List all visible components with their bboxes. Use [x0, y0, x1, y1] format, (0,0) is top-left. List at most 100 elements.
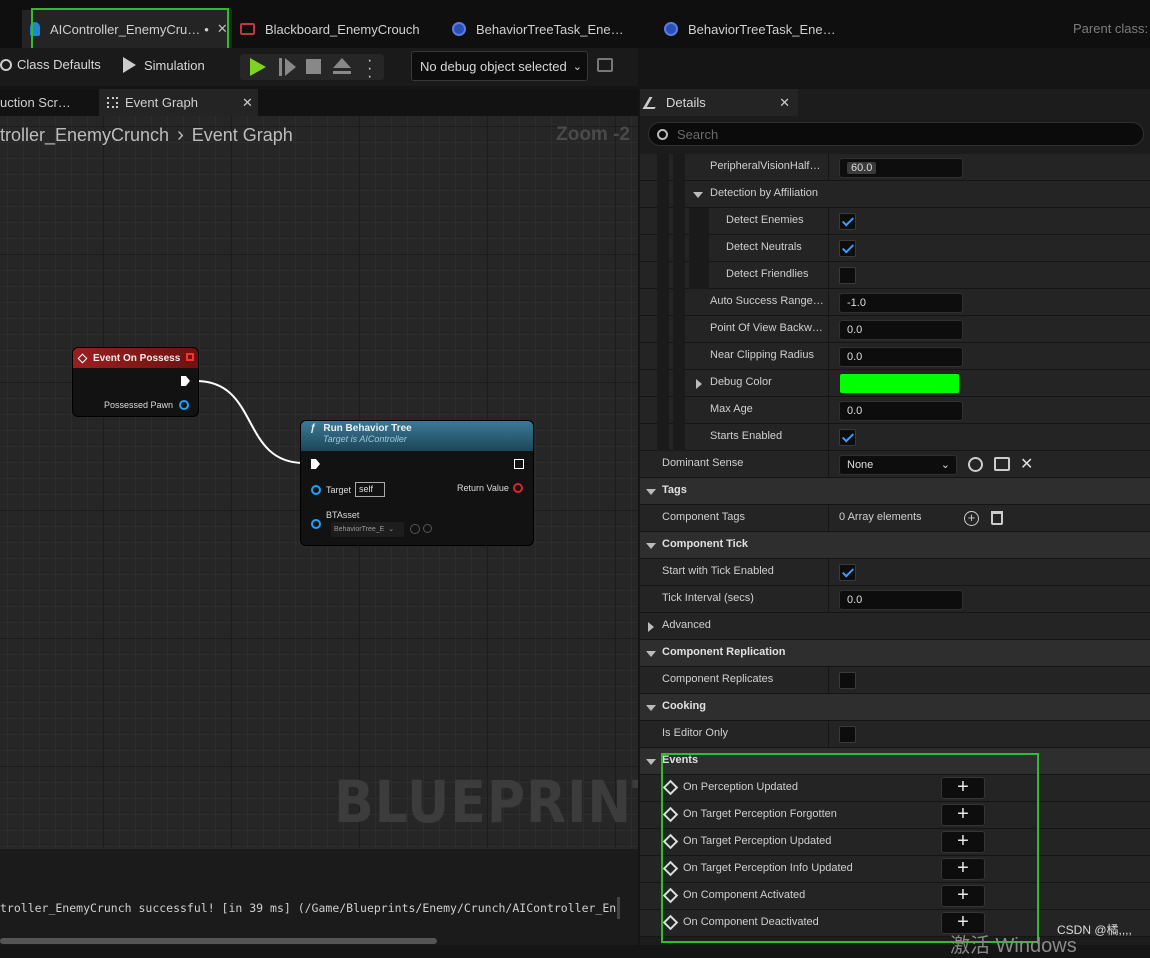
row-label: Near Clipping Radius — [710, 349, 814, 361]
run-behavior-tree-node[interactable]: ƒ Run Behavior Tree Target is AIControll… — [301, 421, 533, 545]
max-age-input[interactable]: 0.0 — [839, 401, 963, 421]
tab-details[interactable]: Details ✕ — [640, 89, 798, 116]
close-icon[interactable]: ✕ — [779, 95, 790, 111]
tab-blackboard[interactable]: Blackboard_EnemyCrouch — [240, 10, 420, 48]
close-icon[interactable]: ✕ — [242, 95, 253, 111]
expand-icon[interactable] — [646, 651, 656, 657]
step-icon[interactable] — [285, 58, 296, 76]
log-scrollbar[interactable] — [0, 938, 437, 944]
replicates-checkbox[interactable] — [839, 672, 856, 689]
tab-event-graph[interactable]: Event Graph ✕ — [99, 89, 258, 116]
log-scroll-v[interactable] — [617, 897, 620, 919]
node-subtitle: Target is AIController — [323, 434, 407, 444]
tab-label: uction Scr… — [0, 95, 71, 110]
row-component-tags: Component Tags 0 Array elements + — [640, 505, 1150, 532]
event-on-possess-node[interactable]: Event On Possess Possessed Pawn — [73, 348, 198, 416]
debug-color-swatch[interactable] — [840, 374, 959, 393]
row-debug-color: Debug Color — [640, 370, 1150, 397]
btasset-select[interactable]: BehaviorTree_E ⌄ — [331, 522, 404, 537]
tab-label: Details — [666, 95, 706, 110]
expand-icon[interactable] — [648, 622, 654, 632]
graph-icon — [107, 97, 118, 108]
category-tags[interactable]: Tags — [640, 478, 1150, 505]
add-event-button[interactable]: + — [941, 831, 985, 853]
starts-enabled-checkbox[interactable] — [839, 429, 856, 446]
target-self-input[interactable]: self — [355, 482, 385, 497]
return-value-pin[interactable] — [513, 483, 523, 493]
delegate-pin-icon[interactable] — [186, 353, 194, 361]
exec-out-pin[interactable] — [181, 376, 190, 386]
eject-icon[interactable] — [333, 58, 351, 68]
add-event-button[interactable]: + — [941, 777, 985, 799]
event-graph-canvas[interactable]: troller_EnemyCrunch › Event Graph Zoom -… — [0, 116, 638, 848]
tab-construction-script[interactable]: uction Scr… — [0, 89, 71, 116]
node-title: Event On Possess — [93, 352, 181, 364]
pov-backward-input[interactable]: 0.0 — [839, 320, 963, 340]
browse-icon[interactable] — [423, 524, 432, 533]
tab-label: BehaviorTreeTask_Ene… — [688, 21, 836, 37]
row-max-age: Max Age 0.0 — [640, 397, 1150, 424]
simulation-label: Simulation — [144, 57, 205, 73]
detect-neutrals-checkbox[interactable] — [839, 240, 856, 257]
exec-in-pin[interactable] — [311, 459, 320, 469]
blackboard-icon — [240, 23, 255, 35]
simulation-button[interactable]: Simulation — [123, 57, 205, 73]
expand-icon[interactable] — [646, 705, 656, 711]
row-near-clipping: Near Clipping Radius 0.0 — [640, 343, 1150, 370]
category-component-replication[interactable]: Component Replication — [640, 640, 1150, 667]
btasset-pin[interactable] — [311, 519, 321, 529]
detect-friendlies-checkbox[interactable] — [839, 267, 856, 284]
auto-success-input[interactable]: -1.0 — [839, 293, 963, 313]
play-icon[interactable] — [250, 58, 266, 76]
tab-label: Event Graph — [125, 95, 198, 110]
expand-icon[interactable] — [646, 489, 656, 495]
peripheral-vision-input[interactable]: 60.0 — [839, 158, 963, 178]
row-label: Auto Success Range… — [710, 295, 824, 307]
debug-object-select[interactable]: No debug object selected ⌄ — [411, 51, 588, 81]
trash-icon[interactable] — [991, 511, 1003, 525]
add-element-icon[interactable]: + — [964, 511, 979, 526]
row-event-component-activated: On Component Activated + — [640, 883, 1150, 910]
expand-icon[interactable] — [696, 379, 702, 389]
near-clipping-input[interactable]: 0.0 — [839, 347, 963, 367]
clear-icon[interactable]: ✕ — [1020, 454, 1033, 474]
stop-icon[interactable] — [306, 59, 321, 74]
search-placeholder: Search — [677, 126, 719, 142]
start-tick-checkbox[interactable] — [839, 564, 856, 581]
possessed-pawn-pin[interactable] — [179, 400, 189, 410]
tab-behaviortreetask-2[interactable]: BehaviorTreeTask_Ene… — [664, 10, 836, 48]
category-events[interactable]: Events — [640, 748, 1150, 775]
category-cooking[interactable]: Cooking — [640, 694, 1150, 721]
find-debug-icon[interactable] — [597, 58, 613, 72]
add-event-button[interactable]: + — [941, 858, 985, 880]
row-detection-affiliation[interactable]: Detection by Affiliation — [640, 181, 1150, 208]
chevron-down-icon: ⌄ — [572, 60, 582, 73]
category-component-tick[interactable]: Component Tick — [640, 532, 1150, 559]
expand-icon[interactable] — [646, 759, 656, 765]
more-options-icon[interactable]: · · · — [367, 53, 372, 85]
use-selected-icon[interactable] — [968, 457, 983, 472]
details-search-input[interactable]: Search — [648, 122, 1144, 146]
event-icon — [77, 353, 88, 363]
details-panel: Details ✕ Search PeripheralVisionHalf… 6… — [640, 89, 1150, 945]
tick-interval-input[interactable]: 0.0 — [839, 590, 963, 610]
class-defaults-button[interactable]: Class Defaults — [0, 57, 101, 72]
target-pin[interactable] — [311, 485, 321, 495]
row-advanced[interactable]: Advanced — [640, 613, 1150, 640]
event-icon — [662, 833, 679, 850]
use-selected-icon[interactable] — [410, 524, 420, 534]
detect-enemies-checkbox[interactable] — [839, 213, 856, 230]
row-label: Detect Friendlies — [726, 268, 809, 280]
editor-only-checkbox[interactable] — [839, 726, 856, 743]
dominant-sense-select[interactable]: None ⌄ — [839, 455, 957, 475]
category-label: Events — [662, 754, 699, 766]
expand-icon[interactable] — [646, 543, 656, 549]
add-event-button[interactable]: + — [941, 804, 985, 826]
expand-icon[interactable] — [693, 192, 703, 198]
pin-label: Possessed Pawn — [104, 400, 174, 410]
exec-out-pin[interactable] — [514, 459, 524, 469]
tab-behaviortreetask-1[interactable]: BehaviorTreeTask_Ene… — [452, 10, 624, 48]
row-label: Detect Enemies — [726, 214, 804, 226]
add-event-button[interactable]: + — [941, 885, 985, 907]
browse-folder-icon[interactable] — [994, 457, 1010, 471]
